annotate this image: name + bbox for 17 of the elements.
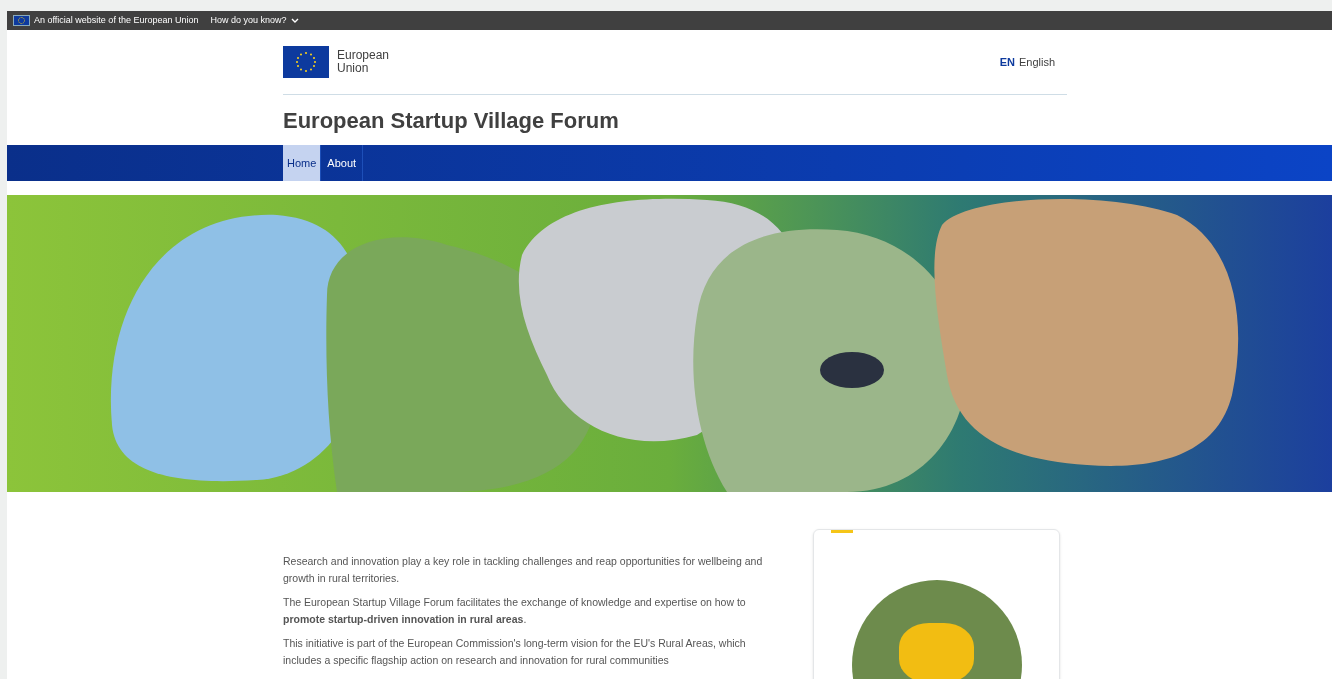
how-do-you-know-link[interactable]: How do you know? <box>210 13 299 28</box>
promo-card[interactable] <box>813 529 1060 679</box>
eu-flag-icon <box>283 46 329 78</box>
intro-paragraph: Research and innovation play a key role in tackling challenges and reap opportunities for wellbeing and growth in rural territories. <box>283 554 764 586</box>
chevron-down-icon <box>290 17 299 24</box>
site-title: European Startup Village Forum <box>283 106 620 135</box>
logo-text: European <box>337 49 390 62</box>
logo-text: Union <box>337 62 369 75</box>
intro-paragraph: This initiative is part of the European Commission's long-term vision for the EU's Rural Areas, which includes a specific flagship action on research and innovation for rural communities <box>283 636 747 668</box>
nav-tab[interactable]: About <box>321 145 364 181</box>
eu-logo[interactable]: European Union <box>283 46 390 78</box>
eu-flag-icon <box>13 15 30 26</box>
official-website-notice: An official website of the European Union <box>34 13 199 27</box>
accent-bar <box>831 530 853 533</box>
language-selector[interactable]: EN English <box>999 53 1055 71</box>
intro-paragraph: The European Startup Village Forum facilitates the exchange of knowledge and expertise on how to promote startup-driven innovation in rural areas. <box>283 595 747 627</box>
nav-tab[interactable]: Home <box>283 145 322 181</box>
